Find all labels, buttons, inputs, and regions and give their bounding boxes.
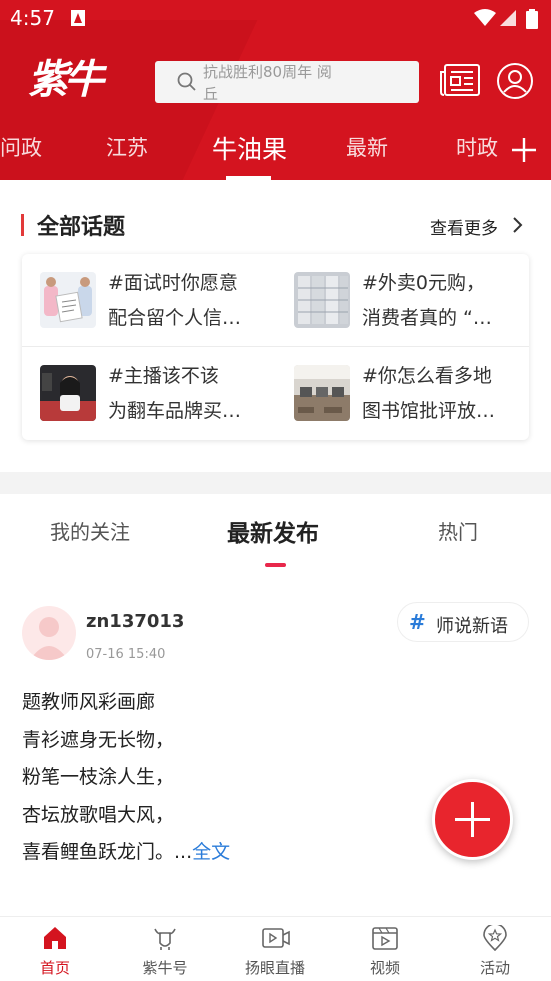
topic-item[interactable]: #你怎么看多地 图书馆批评放…	[276, 347, 516, 437]
topic-line-1: #你怎么看多地	[362, 365, 492, 387]
nav-ziniu-account[interactable]: 紫牛号	[110, 917, 220, 981]
post-line: 杏坛放歌唱大风，	[22, 803, 175, 826]
topic-tag-label: 师说新语	[436, 616, 508, 637]
topic-line-1: #主播该不该	[108, 365, 219, 387]
topic-item[interactable]: #主播该不该为翻车品牌买…	[22, 347, 262, 437]
view-more-link[interactable]: 查看更多	[430, 214, 498, 239]
topic-thumbnail	[40, 272, 96, 328]
topic-item[interactable]: #外卖0元购， 消费者真的 “…	[276, 254, 516, 344]
topic-line-1: #面试时你愿意	[108, 272, 238, 294]
nav-label: 活动	[479, 959, 510, 977]
nav-video[interactable]: 视频	[330, 917, 440, 981]
live-icon	[262, 928, 290, 948]
post-line: 青衫遮身无长物，	[22, 728, 175, 751]
video-icon	[372, 927, 398, 950]
feed-tab-indicator	[265, 563, 286, 567]
hashtag-icon: #	[409, 610, 426, 634]
status-bar: 4:57	[0, 0, 551, 36]
signal-icon	[500, 10, 516, 26]
tab-hot[interactable]: 热门	[438, 516, 478, 545]
app-header: 4:57 紫牛 抗战胜利80周年 阅丘 问政 江苏 牛油果 最新 时政	[0, 0, 551, 180]
search-box[interactable]: 抗战胜利80周年 阅丘	[155, 61, 419, 103]
nav-label: 紫牛号	[142, 959, 188, 977]
add-channel-button[interactable]	[498, 130, 551, 170]
user-profile-icon[interactable]	[496, 62, 534, 100]
create-post-button[interactable]	[432, 779, 513, 860]
topic-thumbnail	[294, 365, 350, 421]
status-time: 4:57	[10, 6, 55, 30]
tab-zuixin[interactable]: 最新	[346, 132, 388, 162]
post-line: 题教师风彩画廊	[22, 691, 156, 713]
tab-jiangsu[interactable]: 江苏	[106, 132, 148, 162]
topics-card: #面试时你愿意 配合留个人信… #外卖0元购， 消费者真的 “… #主播该不该 …	[22, 254, 529, 440]
tab-latest-posts[interactable]: 最新发布	[227, 514, 319, 548]
nav-label: 首页	[39, 959, 70, 977]
plus-icon	[512, 138, 536, 162]
tab-shizheng[interactable]: 时政	[456, 132, 498, 162]
wifi-icon	[474, 9, 496, 26]
nav-home[interactable]: 首页	[0, 917, 110, 981]
search-icon	[177, 72, 196, 91]
plus-icon	[455, 802, 490, 837]
topic-item[interactable]: #面试时你愿意 配合留个人信…	[22, 254, 262, 344]
nav-activity[interactable]: 活动	[440, 917, 550, 981]
tab-my-follows[interactable]: 我的关注	[50, 516, 130, 545]
post-username[interactable]: zn137013	[86, 611, 184, 632]
newspaper-icon[interactable]	[439, 62, 481, 98]
home-icon	[44, 927, 66, 949]
section-accent-bar	[21, 214, 24, 236]
post-line: 粉笔一枝涂人生，	[22, 766, 175, 788]
avatar[interactable]	[22, 606, 76, 660]
nav-label: 扬眼直播	[244, 959, 305, 977]
topic-line-2: 图书馆批评放…	[362, 400, 496, 422]
topic-line-2: 配合留个人信…	[108, 307, 242, 329]
bottom-navigation: 首页 紫牛号 扬眼直播 视频 活动	[0, 916, 551, 981]
topics-section: 全部话题 查看更多 #面试时你愿意 配合留个人信… #外卖0元购， 消费者真的 …	[0, 180, 551, 472]
nav-live[interactable]: 扬眼直播	[220, 917, 330, 981]
topic-thumbnail	[40, 365, 96, 421]
bull-icon	[154, 928, 176, 950]
default-avatar-icon	[30, 617, 68, 660]
topic-thumbnail	[294, 272, 350, 328]
post-last-line: 喜看鲤鱼跃龙门。...全文	[22, 834, 412, 872]
channel-tabs: 问政 江苏 牛油果 最新 时政	[0, 122, 551, 180]
tab-wenzheng[interactable]: 问政	[0, 132, 42, 162]
topic-tag-button[interactable]: # 师说新语	[397, 602, 529, 642]
battery-icon	[526, 9, 538, 29]
topic-line-1: #外卖0元购，	[362, 272, 486, 294]
chevron-right-icon[interactable]	[512, 216, 524, 234]
activity-icon	[483, 925, 507, 951]
section-title: 全部话题	[37, 215, 126, 240]
nav-label: 视频	[369, 959, 400, 977]
tab-niuyouguo[interactable]: 牛油果	[212, 130, 287, 166]
search-placeholder: 抗战胜利80周年 阅丘	[203, 63, 332, 103]
topic-line-2: 为翻车品牌买…	[108, 400, 242, 422]
post-time: 07-16 15:40	[86, 647, 166, 662]
notification-a-icon	[71, 10, 85, 26]
ziniu-logo[interactable]: 紫牛	[28, 50, 108, 110]
post-content[interactable]: 题教师风彩画廊 青衫遮身无长物， 粉笔一枝涂人生， 杏坛放歌唱大风， 喜看鲤鱼跃…	[22, 684, 412, 872]
post-line: 喜看鲤鱼跃龙门。...	[22, 841, 193, 863]
topic-line-2: 消费者真的 “…	[362, 307, 492, 329]
full-text-link[interactable]: 全文	[192, 841, 230, 863]
